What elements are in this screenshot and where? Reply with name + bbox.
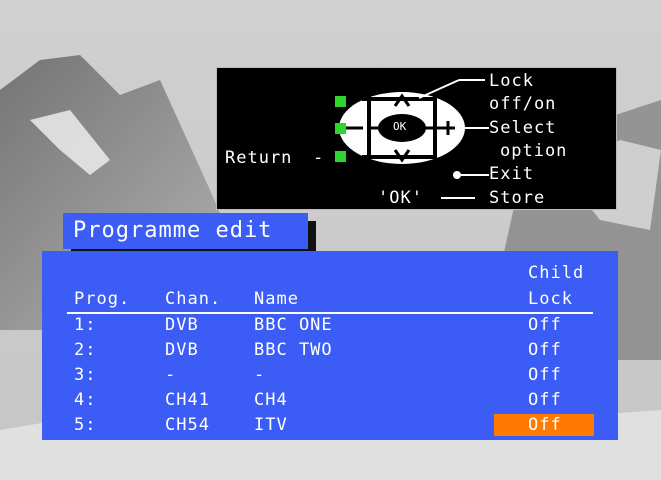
help-select-line2: option (500, 141, 568, 161)
row-2-prog[interactable]: 2: (74, 339, 96, 361)
header-prog: Prog. (74, 289, 131, 309)
help-exit: Exit (489, 164, 534, 184)
row-1-chan[interactable]: DVB (165, 314, 199, 336)
header-child-lock-line1: Child (528, 263, 585, 283)
help-lock-line2: off/on (489, 94, 557, 114)
row-5-prog[interactable]: 5: (74, 414, 96, 436)
row-5-chan[interactable]: CH54 (165, 414, 210, 436)
page-title: Programme edit (63, 213, 308, 249)
row-1-prog[interactable]: 1: (74, 314, 96, 336)
row-4-prog[interactable]: 4: (74, 389, 96, 411)
return-dash: - (313, 148, 325, 168)
row-5-lock-selected[interactable]: Off (494, 414, 594, 436)
header-chan: Chan. (165, 289, 222, 309)
header-name: Name (254, 289, 299, 309)
row-3-lock[interactable]: Off (528, 364, 562, 386)
row-2-lock[interactable]: Off (528, 339, 562, 361)
row-2-name[interactable]: BBC TWO (254, 339, 333, 361)
row-3-chan[interactable]: - (165, 364, 176, 386)
row-4-chan[interactable]: CH41 (165, 389, 210, 411)
row-3-name[interactable]: - (254, 364, 265, 386)
row-4-lock[interactable]: Off (528, 389, 562, 411)
indicator-square-3 (335, 151, 346, 162)
help-store: Store (489, 188, 546, 208)
help-ok-key: 'OK' (378, 188, 423, 208)
programme-edit-panel: Child Prog. Chan. Name Lock 1: DVB BBC O… (42, 251, 618, 440)
indicator-square-1 (335, 96, 346, 107)
row-4-name[interactable]: CH4 (254, 389, 288, 411)
remote-help-box: OK Lock off/on Select option Exit 'OK' S… (216, 67, 617, 210)
help-select-line1: Select (489, 118, 557, 138)
header-child-lock-line2: Lock (528, 289, 573, 309)
row-2-chan[interactable]: DVB (165, 339, 199, 361)
ok-button-label: OK (393, 120, 407, 133)
row-1-name[interactable]: BBC ONE (254, 314, 333, 336)
indicator-square-2 (335, 123, 346, 134)
row-1-lock[interactable]: Off (528, 314, 562, 336)
help-return: Return (225, 148, 293, 168)
row-5-name[interactable]: ITV (254, 414, 288, 436)
row-3-prog[interactable]: 3: (74, 364, 96, 386)
help-lock-line1: Lock (489, 71, 534, 91)
